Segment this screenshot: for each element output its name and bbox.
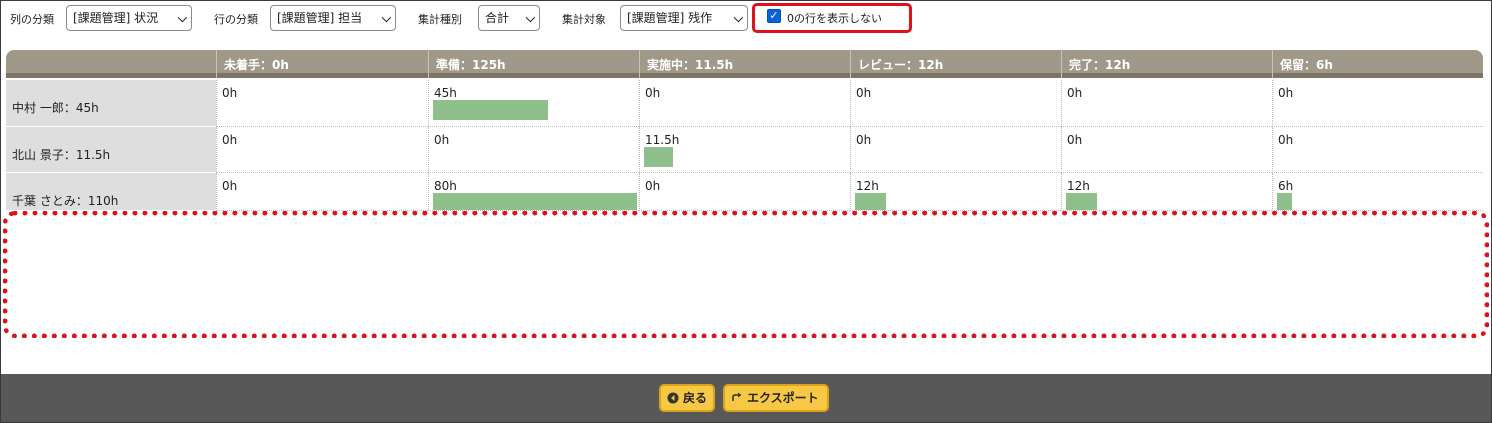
row-category-value: [課題管理] 担当 — [277, 11, 363, 25]
table-cell: 0h — [216, 127, 428, 173]
row-header: 中村 一郎：45h — [6, 80, 216, 127]
cell-value: 0h — [645, 86, 661, 100]
table-cell: 45h — [428, 80, 639, 127]
chevron-down-icon: ⌵ — [177, 11, 187, 25]
cell-value: 12h — [1067, 179, 1090, 193]
value-bar — [433, 193, 637, 210]
cell-value: 0h — [856, 133, 872, 147]
column-header: 完了：12h — [1061, 50, 1272, 78]
table-cell: 80h — [428, 173, 639, 211]
table-cell: 0h — [1272, 127, 1483, 173]
hide-zero-checkbox[interactable]: ✓ — [767, 9, 781, 23]
table-cell: 12h — [850, 173, 1061, 211]
table-cell: 0h — [639, 80, 850, 127]
table-cell: 0h — [1061, 127, 1272, 173]
value-bar — [855, 193, 886, 210]
column-header: 実施中：11.5h — [639, 50, 850, 78]
hide-zero-label[interactable]: 0の行を表示しない — [787, 10, 882, 26]
table-cell: 0h — [850, 80, 1061, 127]
cell-value: 45h — [434, 86, 457, 100]
row-category-select[interactable]: [課題管理] 担当 ⌵ — [270, 5, 396, 31]
aggregation-target-value: [課題管理] 残作 — [627, 11, 713, 25]
chevron-down-icon: ⌵ — [381, 11, 391, 25]
column-category-select[interactable]: [課題管理] 状況 ⌵ — [66, 5, 192, 31]
aggregation-type-select[interactable]: 合計 ⌵ — [478, 5, 540, 31]
back-arrow-icon — [667, 392, 679, 404]
row-header-label: 千葉 さとみ：110h — [12, 194, 119, 208]
row-category-label: 行の分類 — [214, 13, 258, 26]
row-header-label: 北山 景子：11.5h — [12, 148, 111, 162]
value-bar — [644, 147, 673, 167]
cell-value: 0h — [856, 86, 872, 100]
export-button[interactable]: エクスポート — [723, 384, 829, 412]
value-bar — [433, 100, 548, 120]
cell-value: 11.5h — [645, 133, 680, 147]
table-cell: 6h — [1272, 173, 1483, 211]
back-button-label: 戻る — [683, 391, 708, 405]
chevron-down-icon: ⌵ — [525, 11, 535, 25]
filter-bar: 列の分類 [課題管理] 状況 ⌵ 行の分類 [課題管理] 担当 ⌵ 集計種別 合… — [0, 0, 1490, 38]
cell-value: 0h — [645, 179, 661, 193]
back-button[interactable]: 戻る — [659, 384, 715, 412]
row-header: 北山 景子：11.5h — [6, 127, 216, 173]
table-cell: 0h — [1272, 80, 1483, 127]
cell-value: 0h — [222, 179, 238, 193]
column-header: 未着手：0h — [216, 50, 428, 78]
cell-value: 6h — [1278, 179, 1294, 193]
cell-value: 0h — [1067, 86, 1083, 100]
cell-value: 0h — [222, 133, 238, 147]
cell-value: 0h — [222, 86, 238, 100]
table-cell: 0h — [216, 80, 428, 127]
row-header: 千葉 さとみ：110h — [6, 173, 216, 211]
cell-value: 0h — [1278, 86, 1294, 100]
chevron-down-icon: ⌵ — [733, 11, 743, 25]
cell-value: 0h — [1278, 133, 1294, 147]
cell-value: 80h — [434, 179, 457, 193]
aggregation-type-value: 合計 — [485, 11, 510, 25]
value-bar — [1277, 193, 1292, 210]
table-cell: 0h — [850, 127, 1061, 173]
column-header: 保留：6h — [1272, 50, 1483, 78]
aggregation-target-select[interactable]: [課題管理] 残作 ⌵ — [620, 5, 748, 31]
table-cell: 0h — [1061, 80, 1272, 127]
row-header-label: 中村 一郎：45h — [12, 101, 99, 115]
cell-value: 12h — [856, 179, 879, 193]
empty-area-highlight — [3, 211, 1489, 338]
export-button-label: エクスポート — [747, 391, 819, 405]
aggregation-target-label: 集計対象 — [562, 13, 606, 26]
aggregation-type-label: 集計種別 — [418, 13, 462, 26]
column-category-value: [課題管理] 状況 — [73, 11, 159, 25]
column-header: レビュー：12h — [850, 50, 1061, 78]
cell-value: 0h — [434, 133, 450, 147]
cell-value: 0h — [1067, 133, 1083, 147]
table-cell: 0h — [216, 173, 428, 211]
table-cell: 0h — [428, 127, 639, 173]
column-header: 準備：125h — [428, 50, 639, 78]
export-arrow-icon — [732, 392, 742, 401]
table-cell: 11.5h — [639, 127, 850, 173]
table-cell: 0h — [639, 173, 850, 211]
column-category-label: 列の分類 — [10, 13, 54, 26]
value-bar — [1066, 193, 1097, 210]
table-cell: 12h — [1061, 173, 1272, 211]
